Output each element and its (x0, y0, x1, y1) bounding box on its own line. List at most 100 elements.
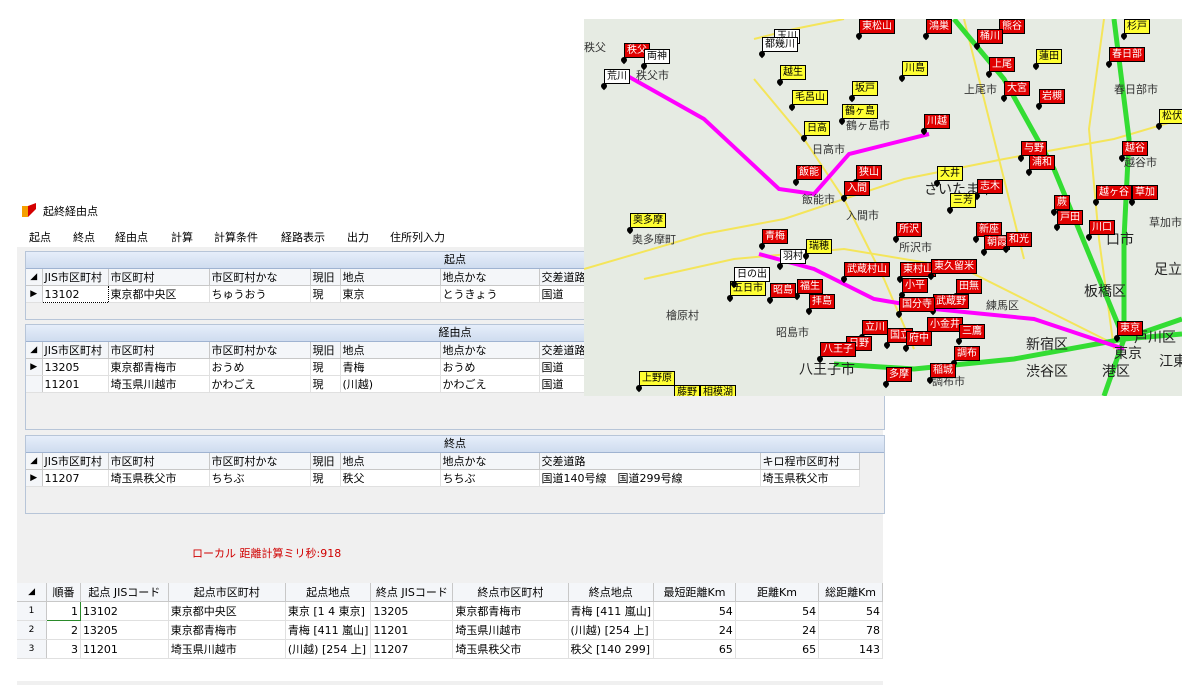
map-marker[interactable]: 小平 (902, 278, 928, 293)
col-distance[interactable]: 距離Km (735, 583, 820, 602)
map-marker[interactable]: 入間 (844, 181, 870, 196)
map-marker[interactable]: 相模湖 (700, 385, 736, 396)
menu-route-display[interactable]: 経路表示 (281, 229, 325, 245)
result-grid[interactable]: ◢ 順番 起点 JISコード 起点市区町村 起点地点 終点 JISコード 終点市… (17, 583, 883, 659)
col-point[interactable]: 地点 (340, 342, 441, 359)
map-marker[interactable]: 松伏 (1159, 109, 1182, 124)
col-city-kana[interactable]: 市区町村かな (209, 342, 311, 359)
col-point[interactable]: 地点 (340, 453, 441, 470)
map-marker[interactable]: 立川 (862, 320, 888, 335)
map-marker[interactable]: 多摩 (886, 367, 912, 382)
map-marker[interactable]: 青梅 (762, 229, 788, 244)
map-marker[interactable]: 与野 (1021, 141, 1047, 156)
col-start-city[interactable]: 起点市区町村 (168, 583, 286, 602)
menu-end[interactable]: 終点 (73, 229, 95, 245)
col-point[interactable]: 地点 (340, 269, 441, 286)
map-marker[interactable]: 稲城 (930, 363, 956, 378)
map-marker[interactable]: 大井 (937, 166, 963, 181)
col-end-point[interactable]: 終点地点 (568, 583, 655, 602)
map-marker[interactable]: 大宮 (1004, 81, 1030, 96)
map-marker[interactable]: 杉戸 (1124, 19, 1150, 34)
col-end-jis[interactable]: 終点 JISコード (370, 583, 454, 602)
map-marker[interactable]: 蓮田 (1036, 49, 1062, 64)
map-marker[interactable]: 武蔵野 (933, 294, 969, 309)
map-marker[interactable]: 和光 (1006, 232, 1032, 247)
map-marker[interactable]: 川島 (902, 61, 928, 76)
menu-start[interactable]: 起点 (29, 229, 51, 245)
map-marker[interactable]: 藤野 (674, 385, 700, 396)
col-gen[interactable]: 現旧 (310, 342, 341, 359)
map-marker[interactable]: 小金井 (927, 317, 963, 332)
col-city[interactable]: 市区町村 (108, 453, 210, 470)
map-marker[interactable]: 上野原 (639, 371, 675, 386)
col-point-kana[interactable]: 地点かな (440, 342, 540, 359)
col-gen[interactable]: 現旧 (310, 269, 341, 286)
map-marker[interactable]: 草加 (1132, 185, 1158, 200)
map-marker[interactable]: 三鷹 (959, 324, 985, 339)
col-kilo-city[interactable]: キロ程市区町村 (760, 453, 860, 470)
map-marker[interactable]: 浦和 (1029, 155, 1055, 170)
map-marker[interactable]: 志木 (977, 179, 1003, 194)
map-marker[interactable]: 府中 (906, 331, 932, 346)
col-point-kana[interactable]: 地点かな (440, 269, 540, 286)
col-start-jis[interactable]: 起点 JISコード (80, 583, 169, 602)
col-end-city[interactable]: 終点市区町村 (452, 583, 569, 602)
map-marker[interactable]: 春日部 (1109, 47, 1145, 62)
col-point-kana[interactable]: 地点かな (440, 453, 540, 470)
map-marker[interactable]: 川口 (1089, 220, 1115, 235)
table-row[interactable]: 3 3 11201 埼玉県川越市 (川越) [254 上] 11207 埼玉県秩… (17, 639, 883, 659)
map-marker[interactable]: 国分寺 (899, 297, 935, 312)
map-marker[interactable]: 東久留米 (931, 259, 977, 274)
map-marker[interactable]: 福生 (797, 279, 823, 294)
col-gen[interactable]: 現旧 (310, 453, 341, 470)
map-marker[interactable]: 田無 (956, 279, 982, 294)
map-marker[interactable]: 岩槻 (1039, 89, 1065, 104)
map-marker[interactable]: 越ヶ谷 (1096, 185, 1132, 200)
map-marker[interactable]: 坂戸 (852, 81, 878, 96)
route-map[interactable]: 上尾市 春日部市 越谷市 草加市 足立 板橋区 新宿区 渋谷区 港区 江東 戸川… (584, 19, 1182, 396)
col-min-distance[interactable]: 最短距離Km (653, 583, 736, 602)
map-marker[interactable]: 都幾川 (762, 37, 798, 52)
col-jis[interactable]: JIS市区町村 (42, 269, 109, 286)
map-marker[interactable]: 桶川 (977, 29, 1003, 44)
map-marker[interactable]: 越生 (780, 65, 806, 80)
col-jis[interactable]: JIS市区町村 (42, 342, 109, 359)
col-total-distance[interactable]: 総距離Km (818, 583, 883, 602)
map-marker[interactable]: 調布 (954, 346, 980, 361)
map-marker[interactable]: 上尾 (989, 57, 1015, 72)
col-jis[interactable]: JIS市区町村 (42, 453, 109, 470)
map-marker[interactable]: 東松山 (859, 19, 895, 34)
menu-calc[interactable]: 計算 (171, 229, 193, 245)
map-marker[interactable]: 両神 (644, 49, 670, 64)
end-grid[interactable]: ◢ JIS市区町村 市区町村 市区町村かな 現旧 地点 地点かな 交差道路 キロ… (26, 453, 860, 487)
map-marker[interactable]: 狭山 (856, 165, 882, 180)
col-start-point[interactable]: 起点地点 (285, 583, 372, 602)
map-marker[interactable]: 飯能 (796, 165, 822, 180)
menu-via[interactable]: 経由点 (115, 229, 148, 245)
map-marker[interactable]: 鶴ヶ島 (842, 104, 878, 119)
col-city-kana[interactable]: 市区町村かな (209, 269, 311, 286)
table-row[interactable]: ▶ 11207 埼玉県秩父市 ちちぶ 現 秩父 ちちぶ 国道140号線 国道29… (26, 469, 860, 487)
menu-calc-conditions[interactable]: 計算条件 (214, 229, 258, 245)
map-marker[interactable]: 東京 (1117, 321, 1143, 336)
map-marker[interactable]: 所沢 (896, 222, 922, 237)
col-city-kana[interactable]: 市区町村かな (209, 453, 311, 470)
map-marker[interactable]: 鴻巣 (926, 19, 952, 34)
table-row[interactable]: 2 2 13205 東京都青梅市 青梅 [411 嵐山] 11201 埼玉県川越… (17, 620, 883, 640)
map-marker[interactable]: 八王子 (820, 342, 856, 357)
map-marker[interactable]: 昭島 (770, 283, 796, 298)
map-marker[interactable]: 越谷 (1122, 141, 1148, 156)
map-marker[interactable]: 武蔵村山 (844, 262, 890, 277)
map-marker[interactable]: 日の出 (734, 267, 770, 282)
col-city[interactable]: 市区町村 (108, 342, 210, 359)
map-marker[interactable]: 拝島 (809, 294, 835, 309)
map-marker[interactable]: 奥多摩 (630, 213, 666, 228)
col-city[interactable]: 市区町村 (108, 269, 210, 286)
map-marker[interactable]: 荒川 (604, 69, 630, 84)
col-road[interactable]: 交差道路 (539, 453, 761, 470)
map-marker[interactable]: 川越 (924, 114, 950, 129)
map-marker[interactable]: 毛呂山 (792, 90, 828, 105)
map-marker[interactable]: 蕨 (1054, 195, 1070, 210)
table-row[interactable]: 1 1 13102 東京都中央区 東京 [1 4 東京] 13205 東京都青梅… (17, 601, 883, 621)
map-marker[interactable]: 瑞穂 (806, 239, 832, 254)
